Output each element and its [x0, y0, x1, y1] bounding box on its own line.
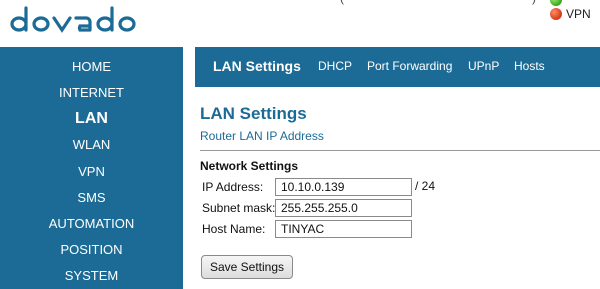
subnet-mask-label: Subnet mask: — [202, 201, 276, 215]
tab-hosts[interactable]: Hosts — [514, 59, 545, 73]
tab-port-forwarding[interactable]: Port Forwarding — [367, 59, 452, 73]
ip-address-label: IP Address: — [202, 180, 264, 194]
save-settings-button[interactable]: Save Settings — [201, 255, 293, 279]
page-title: LAN Settings — [200, 104, 307, 123]
sidebar-item-vpn[interactable]: VPN — [0, 164, 183, 179]
tab-bar: LAN Settings DHCP Port Forwarding UPnP H… — [195, 47, 600, 87]
vpn-status-label: VPN — [566, 7, 591, 21]
status-indicators: VPN — [540, 0, 600, 30]
tab-lan-settings[interactable]: LAN Settings — [213, 58, 301, 74]
ip-address-field[interactable] — [275, 178, 412, 196]
sidebar-item-internet[interactable]: INTERNET — [0, 85, 183, 100]
section-subtitle: Router LAN IP Address — [200, 129, 324, 143]
sidebar-item-wlan[interactable]: WLAN — [0, 137, 183, 152]
sidebar-item-position[interactable]: POSITION — [0, 242, 183, 257]
subnet-mask-field[interactable] — [275, 199, 412, 217]
network-settings-heading: Network Settings — [200, 159, 299, 173]
dovado-logo-graphic — [10, 6, 136, 33]
ip-prefix-suffix: / 24 — [415, 179, 436, 193]
vpn-status-red-dot-icon — [550, 8, 562, 20]
sidebar-item-system[interactable]: SYSTEM — [0, 268, 183, 283]
sidebar-item-sms[interactable]: SMS — [0, 190, 183, 205]
header-partial-text-2: ) — [532, 0, 536, 5]
sidebar: HOME INTERNET LAN WLAN VPN SMS AUTOMATIO… — [0, 47, 183, 289]
status-green-dot-icon — [550, 0, 562, 6]
host-name-label: Host Name: — [202, 222, 266, 236]
dovado-logo: dovado — [8, 4, 168, 39]
tab-dhcp[interactable]: DHCP — [318, 59, 352, 73]
host-name-field[interactable] — [275, 220, 412, 238]
sidebar-item-automation[interactable]: AUTOMATION — [0, 216, 183, 231]
divider — [200, 150, 600, 151]
tab-upnp[interactable]: UPnP — [468, 59, 499, 73]
header-partial-text-1: ( — [340, 0, 344, 5]
sidebar-item-home[interactable]: HOME — [0, 59, 183, 74]
header: dovado ( ) VPN — [0, 0, 600, 45]
sidebar-item-lan[interactable]: LAN — [0, 110, 183, 128]
